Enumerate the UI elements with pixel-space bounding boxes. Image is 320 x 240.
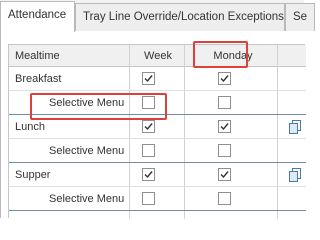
attendance-grid: Mealtime Week Monday Breakfast Selective…: [8, 44, 306, 219]
week-checkbox[interactable]: [142, 192, 155, 205]
copy-icon-graphic: [289, 168, 301, 182]
tab-tray-line-override[interactable]: Tray Line Override/Location Exceptions: [75, 3, 285, 31]
monday-checkbox[interactable]: [218, 192, 231, 205]
monday-checkbox[interactable]: [218, 72, 231, 85]
week-checkbox[interactable]: [142, 96, 155, 109]
grid-row-breakfast-selective-menu: Selective Menu: [9, 91, 306, 115]
check-icon: [220, 75, 229, 83]
row-label-selective-menu: Selective Menu: [49, 97, 125, 109]
grid-header: Mealtime Week Monday: [9, 45, 306, 67]
monday-checkbox[interactable]: [218, 96, 231, 109]
check-icon: [220, 171, 229, 179]
week-checkbox[interactable]: [142, 168, 155, 181]
row-label-breakfast: Breakfast: [15, 73, 62, 85]
tab-bar: Attendance Tray Line Override/Location E…: [0, 0, 315, 32]
check-icon: [144, 123, 153, 131]
copy-icon[interactable]: [288, 168, 302, 182]
grid-row-supper-selective-menu: Selective Menu: [9, 187, 306, 211]
column-header-week: Week: [144, 50, 172, 62]
monday-checkbox[interactable]: [218, 168, 231, 181]
column-header-mealtime: Mealtime: [15, 50, 60, 62]
row-label-lunch: Lunch: [15, 121, 45, 133]
row-label-supper: Supper: [15, 169, 51, 181]
copy-icon[interactable]: [288, 120, 302, 134]
week-checkbox[interactable]: [142, 72, 155, 85]
column-header-monday: Monday: [213, 50, 253, 62]
grid-row-supper: Supper: [9, 163, 306, 187]
monday-checkbox[interactable]: [218, 144, 231, 157]
tab-attendance[interactable]: Attendance: [0, 1, 75, 32]
grid-row-lunch: Lunch: [9, 115, 306, 139]
check-icon: [144, 171, 153, 179]
check-icon: [144, 75, 153, 83]
copy-icon-graphic: [289, 120, 301, 134]
row-label-selective-menu: Selective Menu: [49, 145, 125, 157]
grid-row-breakfast: Breakfast: [9, 67, 306, 91]
monday-checkbox[interactable]: [218, 120, 231, 133]
row-label-selective-menu: Selective Menu: [49, 193, 125, 205]
check-icon: [220, 123, 229, 131]
week-checkbox[interactable]: [142, 144, 155, 157]
week-checkbox[interactable]: [142, 120, 155, 133]
attendance-panel: Mealtime Week Monday Breakfast Selective…: [0, 31, 306, 219]
grid-row-lunch-selective-menu: Selective Menu: [9, 139, 306, 163]
tab-truncated[interactable]: Se: [285, 3, 315, 31]
